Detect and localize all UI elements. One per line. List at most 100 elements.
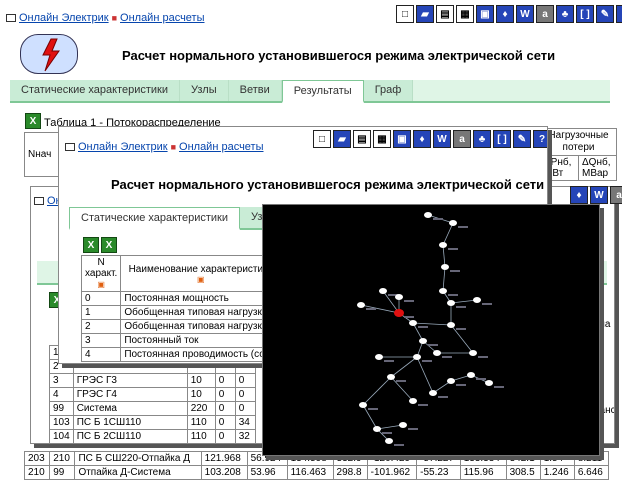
text-icon[interactable]: a <box>536 5 554 23</box>
table-cell: 298.8 <box>332 465 368 480</box>
print-icon[interactable]: ♣ <box>556 5 574 23</box>
tab[interactable]: Результаты <box>281 80 364 103</box>
graph-node[interactable] <box>467 372 475 378</box>
graph-node[interactable] <box>379 288 387 294</box>
graph-node[interactable] <box>439 242 447 248</box>
export-excel-icon-2[interactable]: X <box>101 237 117 253</box>
word-icon[interactable]: W <box>590 186 608 204</box>
graph-node[interactable] <box>449 220 457 226</box>
graph-node[interactable] <box>447 300 455 306</box>
brackets-icon[interactable]: [ ] <box>576 5 594 23</box>
table-row[interactable]: 104 ПС Б 2СШ110 110 0 32 <box>49 429 256 443</box>
breadcrumb-section-link[interactable]: Онлайн расчеты <box>179 141 263 153</box>
table-cell: Постоянная проводимость (сопр <box>120 347 282 362</box>
save-icon[interactable]: ▣ <box>476 5 494 23</box>
sort-icon[interactable]: ▣ <box>85 279 117 290</box>
new-icon[interactable]: □ <box>313 130 331 148</box>
col-start-node: Nнач <box>24 132 59 177</box>
graph-node-label <box>418 404 428 406</box>
help-icon[interactable]: ♦ <box>496 5 514 23</box>
graph-node[interactable] <box>469 350 477 356</box>
table-cell: ПС Б 2СШ110 <box>72 429 188 443</box>
graph-node-label <box>456 306 466 308</box>
print-icon[interactable]: ♣ <box>473 130 491 148</box>
table-row[interactable]: 2 Обобщенная типовая нагрузка 6 <box>80 319 282 334</box>
table-row[interactable]: 99 Система 220 0 0 <box>49 401 256 416</box>
graph-node[interactable] <box>439 288 447 294</box>
tab[interactable]: Граф <box>363 80 414 101</box>
graph-node[interactable] <box>375 354 383 360</box>
graph-node[interactable] <box>359 402 367 408</box>
comment-icon[interactable]: ✎ <box>596 5 614 23</box>
graph-node[interactable] <box>409 320 417 326</box>
table-cell: 203 <box>23 451 51 466</box>
graph-node[interactable] <box>441 264 449 270</box>
graph-node[interactable] <box>424 212 432 218</box>
graph-node[interactable] <box>387 374 395 380</box>
graph-node[interactable] <box>409 398 417 404</box>
graph-node[interactable] <box>485 380 493 386</box>
export-excel-icon[interactable]: X <box>25 113 41 129</box>
table-row[interactable]: 3 Постоянный ток <box>80 333 282 348</box>
question-icon[interactable]: ? <box>533 130 547 148</box>
table-row[interactable]: 0 Постоянная мощность <box>80 291 282 306</box>
comment-icon[interactable]: ✎ <box>513 130 531 148</box>
word-icon[interactable]: W <box>516 5 534 23</box>
brackets-icon[interactable]: [ ] <box>493 130 511 148</box>
sort-icon[interactable]: ▣ <box>124 275 277 284</box>
table-row[interactable]: 1 Обобщенная типовая нагрузка 1 <box>80 305 282 320</box>
breadcrumb-home-link[interactable]: Онлайн Электрик <box>78 141 168 153</box>
graph-node[interactable] <box>395 294 403 300</box>
table-cell: 34 <box>234 415 256 430</box>
text-icon[interactable]: a <box>453 130 471 148</box>
table-cell: 6.646 <box>573 465 610 480</box>
copy-icon[interactable]: ▤ <box>353 130 371 148</box>
graph-node[interactable] <box>433 350 441 356</box>
graph-node-label <box>448 294 458 296</box>
table-row[interactable]: 4 ГРЭС Г4 10 0 0 <box>49 387 256 402</box>
graph-node[interactable] <box>385 438 393 444</box>
graph-node[interactable] <box>429 390 437 396</box>
open-icon[interactable]: ▰ <box>416 5 434 23</box>
table-cell: 103.208 <box>200 465 248 480</box>
graph-window[interactable] <box>262 204 600 456</box>
table-icon[interactable]: ▦ <box>373 130 391 148</box>
open-icon[interactable]: ▰ <box>333 130 351 148</box>
network-graph[interactable] <box>263 205 601 457</box>
table-row[interactable]: 4 Постоянная проводимость (сопр <box>80 347 282 362</box>
graph-node[interactable] <box>419 338 427 344</box>
table-row[interactable]: 103 ПС Б 1СШ110 110 0 34 <box>49 415 256 430</box>
graph-node[interactable] <box>447 378 455 384</box>
table-row[interactable]: 3 ГРЭС Г3 10 0 0 <box>49 373 256 388</box>
breadcrumb-section-link[interactable]: Онлайн расчеты <box>120 12 204 24</box>
col-name-label: Наименование характеристики <box>128 263 274 275</box>
graph-node[interactable] <box>357 302 365 308</box>
table-cell: 116.463 <box>286 465 334 480</box>
help-icon[interactable]: ♦ <box>413 130 431 148</box>
graph-node[interactable] <box>373 426 381 432</box>
graph-node[interactable] <box>394 309 404 317</box>
save-icon[interactable]: ▣ <box>393 130 411 148</box>
word-icon[interactable]: W <box>433 130 451 148</box>
table-icon[interactable]: ▦ <box>456 5 474 23</box>
breadcrumb-home-link[interactable]: Онлайн Электрик <box>19 12 109 24</box>
graph-node[interactable] <box>447 322 455 328</box>
table-row[interactable]: 210 99 Отпайка Д-Система 103.208 53.96 116.46… <box>23 465 610 480</box>
tab[interactable]: Ветви <box>228 80 282 101</box>
text-icon[interactable]: a <box>610 186 622 204</box>
help-icon[interactable]: ♦ <box>570 186 588 204</box>
graph-node[interactable] <box>413 354 421 360</box>
graph-node-label <box>404 316 414 318</box>
tab[interactable]: Статические характеристики <box>10 80 180 101</box>
graph-node-label <box>448 248 458 250</box>
graph-node[interactable] <box>399 422 407 428</box>
graph-node[interactable] <box>473 297 481 303</box>
export-excel-icon[interactable]: X <box>83 237 99 253</box>
tab[interactable]: Узлы <box>180 80 229 101</box>
tab[interactable]: Статические характеристики <box>69 207 240 230</box>
question-icon[interactable]: ? <box>616 5 622 23</box>
graph-node-label <box>438 396 448 398</box>
copy-icon[interactable]: ▤ <box>436 5 454 23</box>
table-cell: 0 <box>214 429 236 443</box>
new-icon[interactable]: □ <box>396 5 414 23</box>
